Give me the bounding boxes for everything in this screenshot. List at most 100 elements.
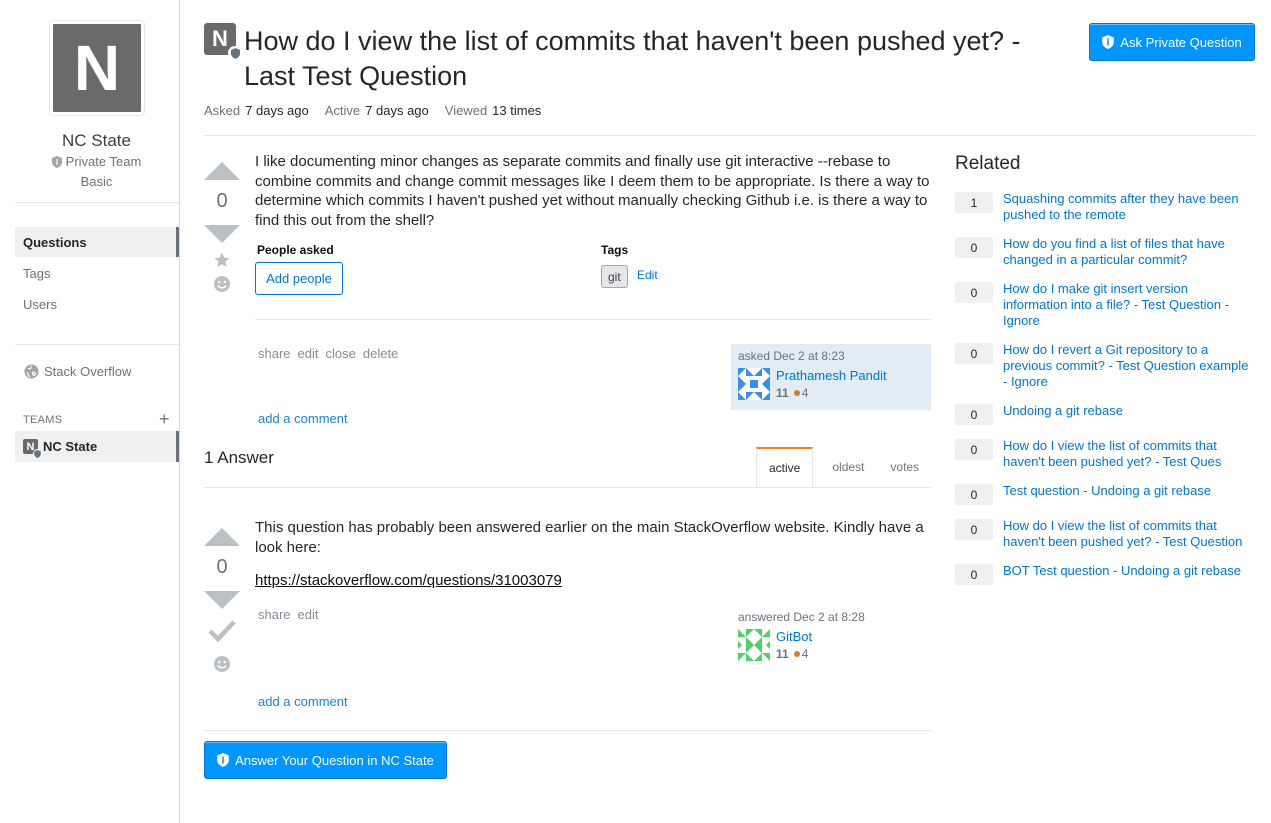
related-list: 1 Squashing commits after they have been … xyxy=(955,191,1255,598)
user-name[interactable]: GitBot xyxy=(776,629,812,644)
downvote-icon[interactable] xyxy=(204,225,240,243)
answer-body: This question has probably been answered… xyxy=(255,519,924,556)
upvote-icon[interactable] xyxy=(204,162,240,180)
delete-link[interactable]: delete xyxy=(363,346,398,361)
add-comment-link[interactable]: add a comment xyxy=(258,411,348,426)
related-score: 0 xyxy=(955,564,993,585)
bronze-count: 4 xyxy=(801,647,809,661)
related-item: 0 BOT Test question - Undoing a git rebas… xyxy=(955,563,1255,585)
emoji-icon[interactable] xyxy=(213,275,231,293)
meta-label: Viewed xyxy=(444,103,488,118)
star-icon[interactable] xyxy=(213,251,231,269)
related-item: 0 How do you find a list of files that ha… xyxy=(955,236,1255,268)
question-post-menu: share edit close delete xyxy=(258,346,398,361)
reputation-score: 11 xyxy=(776,647,789,661)
answer-sort-tabs: active oldest votes xyxy=(756,447,931,488)
related-link[interactable]: How do I make git insert version informa… xyxy=(1003,281,1255,329)
nav-item-tags[interactable]: Tags xyxy=(15,258,179,288)
nav-item-questions[interactable]: Questions xyxy=(15,227,179,257)
divider xyxy=(204,487,931,488)
user-row: Prathamesh Pandit 11 4 xyxy=(738,368,924,400)
related-item: 0 How do I view the list of commits that … xyxy=(955,518,1255,550)
stack-overflow-link[interactable]: Stack Overflow xyxy=(24,364,131,379)
related-item: 0 Undoing a git rebase xyxy=(955,403,1255,425)
related-score: 0 xyxy=(955,404,993,425)
teams-section-label: TEAMS xyxy=(23,414,63,426)
tab-active[interactable]: active xyxy=(756,447,814,488)
sidebar-item-nc-state[interactable]: N NC State xyxy=(15,431,179,462)
share-link[interactable]: share xyxy=(258,346,291,361)
nav-item-label: Tags xyxy=(23,265,51,281)
related-score: 0 xyxy=(955,439,993,460)
related-item: 0 Test question - Undoing a git rebase xyxy=(955,483,1255,505)
user-info: GitBot 11 4 xyxy=(776,629,812,661)
answered-time[interactable]: answered Dec 2 at 8:28 xyxy=(738,610,924,624)
user-avatar[interactable] xyxy=(738,629,770,661)
vote-count: 0 xyxy=(216,190,228,212)
related-link[interactable]: How do I view the list of commits that h… xyxy=(1003,438,1255,470)
related-score: 0 xyxy=(955,519,993,540)
related-link[interactable]: BOT Test question - Undoing a git rebase xyxy=(1003,563,1255,585)
answer-link[interactable]: https://stackoverflow.com/questions/3100… xyxy=(255,572,562,589)
divider xyxy=(204,135,1255,136)
related-item: 0 How do I revert a Git repository to a p… xyxy=(955,342,1255,390)
tab-votes[interactable]: votes xyxy=(878,447,931,487)
ask-button-label: Ask Private Question xyxy=(1120,34,1242,50)
meta-value: 7 days ago xyxy=(245,103,309,118)
team-avatar[interactable]: N xyxy=(50,21,144,115)
add-comment-link[interactable]: add a comment xyxy=(258,694,348,709)
bronze-badge-icon xyxy=(793,651,800,657)
edit-tags-link[interactable]: Edit xyxy=(637,268,658,282)
add-people-button[interactable]: Add people xyxy=(255,262,343,295)
downvote-icon[interactable] xyxy=(204,591,240,609)
meta-active: Active 7 days ago xyxy=(325,103,429,118)
team-logo-icon: N xyxy=(23,439,42,458)
vote-count: 0 xyxy=(216,556,228,578)
globe-icon xyxy=(24,364,39,379)
edit-link[interactable]: edit xyxy=(298,346,319,361)
divider xyxy=(15,202,179,203)
asked-time[interactable]: asked Dec 2 at 8:23 xyxy=(738,349,924,363)
answerer-card: answered Dec 2 at 8:28 GitBot 11 4 xyxy=(731,605,931,671)
related-link[interactable]: How do I revert a Git repository to a pr… xyxy=(1003,342,1255,390)
nav-item-label: Users xyxy=(23,296,57,312)
nav-item-users[interactable]: Users xyxy=(15,289,179,319)
shield-icon xyxy=(33,449,42,458)
user-reputation: 11 4 xyxy=(776,647,812,661)
related-link[interactable]: Test question - Undoing a git rebase xyxy=(1003,483,1255,505)
emoji-icon[interactable] xyxy=(213,655,231,673)
question-meta: Asked 7 days ago Active 7 days ago Viewed 1… xyxy=(204,103,541,118)
tab-oldest[interactable]: oldest xyxy=(813,447,878,487)
team-plan: Basic xyxy=(80,174,113,189)
meta-label: Active xyxy=(324,103,361,118)
bronze-count: 4 xyxy=(801,386,809,400)
team-item-label: NC State xyxy=(43,439,98,454)
reputation-score: 11 xyxy=(776,386,789,400)
edit-link[interactable]: edit xyxy=(298,607,319,622)
close-link[interactable]: close xyxy=(326,346,356,361)
divider xyxy=(15,344,179,345)
upvote-icon[interactable] xyxy=(204,528,240,546)
people-asked-label: People asked xyxy=(257,243,334,257)
related-score: 0 xyxy=(955,343,993,364)
answer-question-button[interactable]: Answer Your Question in NC State xyxy=(204,741,447,779)
meta-value[interactable]: 7 days ago xyxy=(365,103,429,118)
related-link[interactable]: How do you find a list of files that hav… xyxy=(1003,236,1255,268)
related-link[interactable]: How do I view the list of commits that h… xyxy=(1003,518,1255,550)
related-item: 1 Squashing commits after they have been … xyxy=(955,191,1255,223)
related-link[interactable]: Squashing commits after they have been p… xyxy=(1003,191,1255,223)
user-avatar[interactable] xyxy=(738,368,770,400)
tag-git[interactable]: git xyxy=(601,265,628,288)
user-name[interactable]: Prathamesh Pandit xyxy=(776,368,887,383)
question-title[interactable]: How do I view the list of commits that h… xyxy=(244,24,1044,94)
add-team-button[interactable]: + xyxy=(159,409,170,430)
bronze-badge-icon xyxy=(793,390,800,396)
divider xyxy=(204,730,931,731)
divider xyxy=(255,319,931,320)
ask-private-question-button[interactable]: Ask Private Question xyxy=(1089,23,1255,61)
related-heading: Related xyxy=(955,153,1021,174)
related-link[interactable]: Undoing a git rebase xyxy=(1003,403,1255,425)
accept-check-icon[interactable] xyxy=(208,619,236,643)
answers-count-header: 1 Answer xyxy=(204,448,274,467)
share-link[interactable]: share xyxy=(258,607,291,622)
